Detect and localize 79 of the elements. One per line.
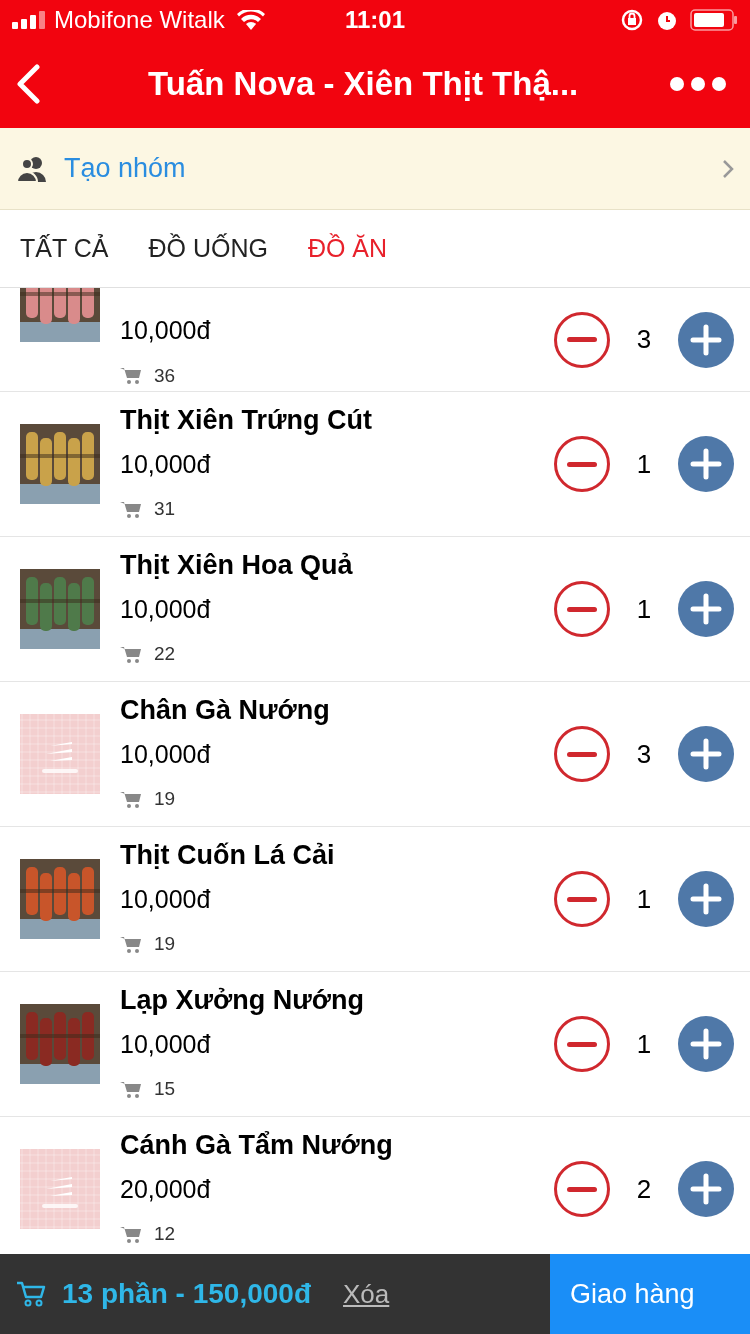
category-tab[interactable]: ĐỒ UỐNG — [148, 229, 268, 268]
cart-icon — [16, 1281, 46, 1307]
quantity: 3 — [635, 737, 653, 771]
cart-summary: 13 phần - 150,000đ — [62, 1277, 311, 1311]
clear-link[interactable]: Xóa — [343, 1274, 390, 1314]
group-icon — [16, 154, 48, 183]
sold-count: 31 — [154, 497, 176, 522]
cart-icon — [120, 935, 142, 954]
minus-icon — [567, 461, 597, 467]
cart-icon — [120, 1225, 142, 1244]
cart-icon — [120, 1080, 142, 1099]
category-tab[interactable]: ĐỒ ĂN — [307, 229, 388, 268]
item-price: 10,000đ — [120, 1028, 212, 1060]
item-price: 10,000đ — [120, 448, 212, 480]
decrease-button[interactable] — [554, 581, 610, 637]
cart-icon — [120, 645, 142, 664]
increase-button[interactable] — [678, 871, 734, 927]
increase-button[interactable] — [678, 581, 734, 637]
rotation-lock-icon — [620, 8, 644, 32]
item-name: Thịt Xiên Hoa Quả — [120, 549, 354, 583]
sold-count: 36 — [154, 363, 176, 388]
signal-icon — [12, 11, 46, 29]
increase-button[interactable] — [678, 1016, 734, 1072]
plus-icon — [690, 448, 722, 480]
create-group-label: Tạo nhóm — [64, 152, 186, 186]
sold-count: 19 — [154, 932, 176, 957]
decrease-button[interactable] — [554, 1161, 610, 1217]
item-price: 10,000đ — [120, 315, 212, 346]
chevron-right-icon — [722, 158, 734, 179]
item-price: 10,000đ — [120, 593, 212, 625]
cart-icon — [120, 500, 142, 519]
checkout-button[interactable]: Giao hàng — [550, 1254, 750, 1334]
quantity: 1 — [635, 882, 653, 916]
quantity: 1 — [635, 447, 653, 481]
plus-icon — [690, 1173, 722, 1205]
item-name: Chân Gà Nướng — [120, 694, 331, 728]
minus-icon — [567, 337, 597, 342]
quantity: 1 — [635, 592, 653, 626]
decrease-button[interactable] — [554, 871, 610, 927]
sold-count: 19 — [154, 787, 176, 812]
battery-icon — [690, 9, 738, 31]
cart-icon — [120, 790, 142, 809]
minus-icon — [567, 1041, 597, 1047]
clock-time: 11:01 — [344, 5, 406, 35]
alarm-icon — [656, 9, 678, 31]
plus-icon — [690, 323, 722, 356]
minus-icon — [567, 896, 597, 902]
item-name: Thịt Xiên Trứng Cút — [120, 404, 374, 438]
decrease-button[interactable] — [554, 1016, 610, 1072]
plus-icon — [690, 593, 722, 625]
decrease-button[interactable] — [554, 436, 610, 492]
page-title: Tuấn Nova - Xiên Thịt Thậ... — [148, 64, 579, 105]
quantity: 3 — [635, 323, 653, 356]
plus-icon — [690, 1028, 722, 1060]
cart-icon — [120, 366, 142, 385]
minus-icon — [567, 1186, 597, 1192]
category-tab[interactable]: TẤT CẢ — [20, 229, 109, 268]
decrease-button[interactable] — [554, 311, 610, 368]
item-name: Lạp Xưởng Nướng — [120, 984, 365, 1018]
increase-button[interactable] — [678, 726, 734, 782]
sold-count: 15 — [154, 1077, 176, 1102]
plus-icon — [690, 883, 722, 915]
plus-icon — [690, 738, 722, 770]
quantity: 1 — [635, 1027, 653, 1061]
item-name: Thịt Cuốn Lá Cải — [120, 839, 336, 873]
increase-button[interactable] — [678, 1161, 734, 1217]
item-price: 10,000đ — [120, 738, 212, 770]
sold-count: 12 — [154, 1222, 176, 1247]
item-name: Cánh Gà Tẩm Nướng — [120, 1129, 394, 1163]
wifi-icon — [236, 10, 265, 30]
item-price: 20,000đ — [120, 1173, 212, 1205]
carrier-name: Mobifone Witalk — [54, 5, 225, 35]
minus-icon — [567, 606, 597, 612]
sold-count: 22 — [154, 642, 176, 667]
decrease-button[interactable] — [554, 726, 610, 782]
increase-button[interactable] — [678, 436, 734, 492]
minus-icon — [567, 751, 597, 757]
quantity: 2 — [635, 1172, 653, 1206]
item-price: 10,000đ — [120, 883, 212, 915]
